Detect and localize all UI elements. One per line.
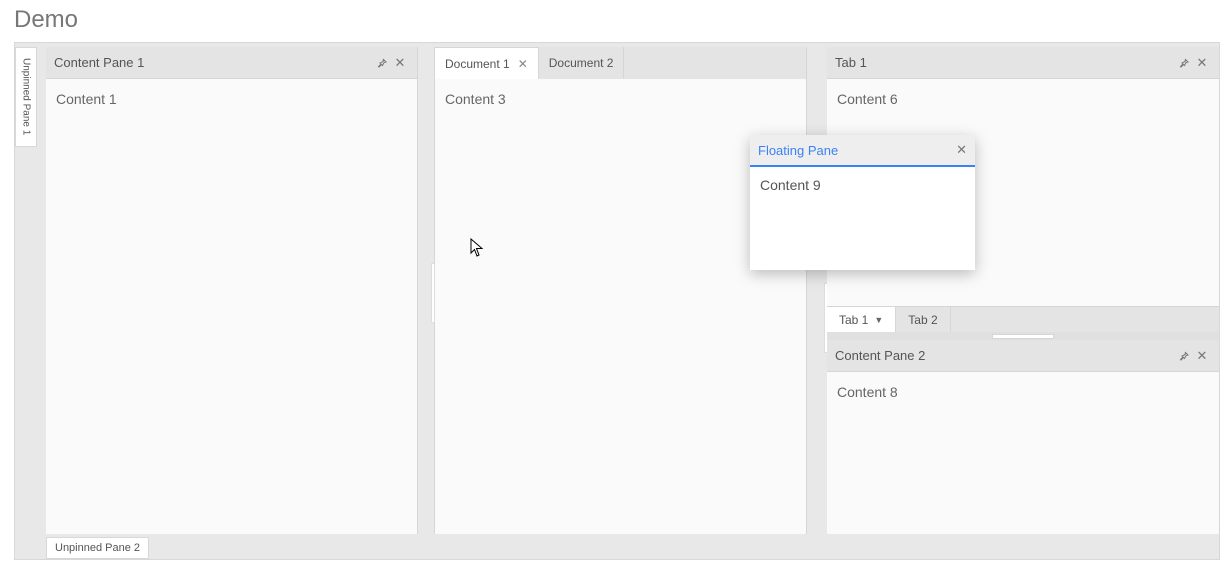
close-icon[interactable]: ✕: [518, 57, 528, 71]
splitter-vertical[interactable]: [431, 263, 435, 323]
pin-icon[interactable]: [1175, 347, 1193, 365]
pin-icon[interactable]: [1175, 54, 1193, 72]
document-tab-1[interactable]: Document 1 ✕: [435, 47, 539, 79]
floating-pane-body: Content 9: [750, 167, 975, 270]
content-pane-2-header: Content Pane 2 ✕: [827, 340, 1219, 372]
unpinned-tab-bottom[interactable]: Unpinned Pane 2: [46, 537, 149, 559]
floating-pane-header[interactable]: Floating Pane ✕: [750, 135, 975, 165]
unpinned-tab-left[interactable]: Unpinned Pane 1: [15, 47, 37, 147]
dock-area: Unpinned Pane 1 Content Pane 1 ✕ Content…: [14, 42, 1220, 560]
content-pane-1: Content Pane 1 ✕ Content 1: [46, 47, 418, 534]
content-pane-1-title: Content Pane 1: [54, 55, 373, 70]
tab-pane-top-header: Tab 1 ✕: [827, 47, 1219, 79]
document-tab-1-label: Document 1: [445, 57, 510, 71]
floating-pane-title: Floating Pane: [758, 143, 956, 158]
content-pane-2-body: Content 8: [827, 372, 1219, 534]
floating-pane[interactable]: Floating Pane ✕ Content 9: [750, 135, 975, 270]
right-column: Tab 1 ✕ Content 6 Tab 1 ▼ Tab 2: [827, 47, 1219, 534]
chevron-down-icon[interactable]: ▼: [874, 315, 883, 325]
content-pane-2-title: Content Pane 2: [835, 348, 1175, 363]
close-icon[interactable]: ✕: [1193, 54, 1211, 72]
unpinned-tab-left-label: Unpinned Pane 1: [21, 58, 32, 135]
tab-1[interactable]: Tab 1 ▼: [827, 307, 896, 332]
splitter-horizontal[interactable]: [827, 332, 1219, 340]
tab-2-label: Tab 2: [908, 313, 937, 327]
content-pane-1-body: Content 1: [46, 79, 417, 534]
pin-icon[interactable]: [373, 54, 391, 72]
document-tabstrip: Document 1 ✕ Document 2: [435, 47, 806, 79]
tab-pane-top-title: Tab 1: [835, 55, 1175, 70]
page-title: Demo: [0, 0, 1220, 44]
content-pane-2: Content Pane 2 ✕ Content 8: [827, 340, 1219, 534]
content-pane-1-header: Content Pane 1 ✕: [46, 47, 417, 79]
tab-pane-top-tabstrip: Tab 1 ▼ Tab 2: [827, 306, 1219, 332]
document-tab-2-label: Document 2: [549, 56, 614, 70]
tab-2[interactable]: Tab 2: [896, 307, 950, 332]
document-tab-2[interactable]: Document 2: [539, 47, 625, 79]
close-icon[interactable]: ✕: [956, 142, 967, 158]
tab-1-label: Tab 1: [839, 313, 868, 327]
close-icon[interactable]: ✕: [1193, 347, 1211, 365]
document-host: Document 1 ✕ Document 2 Content 3: [434, 47, 807, 534]
unpinned-tab-bottom-label: Unpinned Pane 2: [55, 542, 140, 554]
close-icon[interactable]: ✕: [391, 54, 409, 72]
